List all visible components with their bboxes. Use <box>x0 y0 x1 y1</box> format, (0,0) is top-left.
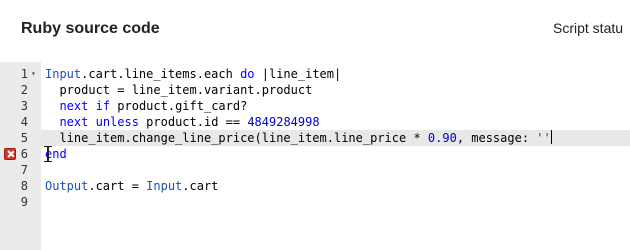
line-number: 4 <box>20 115 28 129</box>
code-token: unless <box>95 115 139 129</box>
line-number: 3 <box>20 99 28 113</box>
line-number: 2 <box>20 83 28 97</box>
code-text: next unless product.id == 4849284998 <box>45 114 320 130</box>
code-text: line_item.change_line_price(line_item.li… <box>45 130 552 146</box>
code-text: Input.cart.line_items.each do |line_item… <box>45 66 341 82</box>
script-status-label: Script statu <box>553 20 624 36</box>
code-token: '' <box>536 131 551 145</box>
code-token: do <box>240 67 255 81</box>
code-text: next if product.gift_card? <box>45 98 247 114</box>
code-token: Input <box>146 179 183 193</box>
code-line[interactable]: 7 <box>0 162 630 178</box>
code-line-background <box>41 194 630 210</box>
editor-header: Ruby source code Script statu <box>0 0 630 62</box>
code-editor[interactable]: 1 ▾ Input.cart.line_items.each do |line_it… <box>0 62 630 250</box>
code-token: |line_item| <box>254 67 342 81</box>
text-caret <box>550 130 552 144</box>
code-line-background <box>41 162 630 178</box>
code-text: Output.cart = Input.cart <box>45 178 218 194</box>
code-token: .cart.line_items.each <box>81 67 241 81</box>
code-token: Input <box>45 67 82 81</box>
code-line[interactable]: 4 next unless product.id == 4849284998 <box>0 114 630 130</box>
code-line[interactable]: 2 product = line_item.variant.product <box>0 82 630 98</box>
line-number: 6 <box>20 147 28 161</box>
code-line[interactable]: 6 end <box>0 146 630 162</box>
code-token: .cart = <box>88 179 147 193</box>
code-token: Output <box>45 179 89 193</box>
page-title: Ruby source code <box>21 20 160 37</box>
code-line-background <box>41 146 630 162</box>
code-token: 0.90 <box>427 131 457 145</box>
code-line[interactable]: 9 <box>0 194 630 210</box>
code-token: line_item.change_line_price(line_item.li… <box>45 131 428 145</box>
line-number: 7 <box>20 163 28 177</box>
line-number: 9 <box>20 195 28 209</box>
code-token: product = line_item.variant.product <box>45 83 313 97</box>
line-number: 5 <box>20 131 28 145</box>
line-number: 1 <box>20 67 28 81</box>
ibeam-cursor-icon <box>44 146 52 162</box>
code-line[interactable]: 3 next if product.gift_card? <box>0 98 630 114</box>
code-token: product.gift_card? <box>110 99 248 113</box>
code-token: next <box>59 99 89 113</box>
code-token: 4849284998 <box>247 115 320 129</box>
code-token: product.id == <box>138 115 248 129</box>
code-token: if <box>95 99 111 113</box>
fold-toggle-icon[interactable]: ▾ <box>31 66 36 82</box>
code-line[interactable]: 8 Output.cart = Input.cart <box>0 178 630 194</box>
code-line[interactable]: 1 ▾ Input.cart.line_items.each do |line_it… <box>0 66 630 82</box>
code-text: product = line_item.variant.product <box>45 82 312 98</box>
code-token: .cart <box>182 179 219 193</box>
line-number: 8 <box>20 179 28 193</box>
code-token: next <box>59 115 89 129</box>
code-line[interactable]: 5 line_item.change_line_price(line_item.… <box>0 130 630 146</box>
code-token: , message: <box>456 131 537 145</box>
